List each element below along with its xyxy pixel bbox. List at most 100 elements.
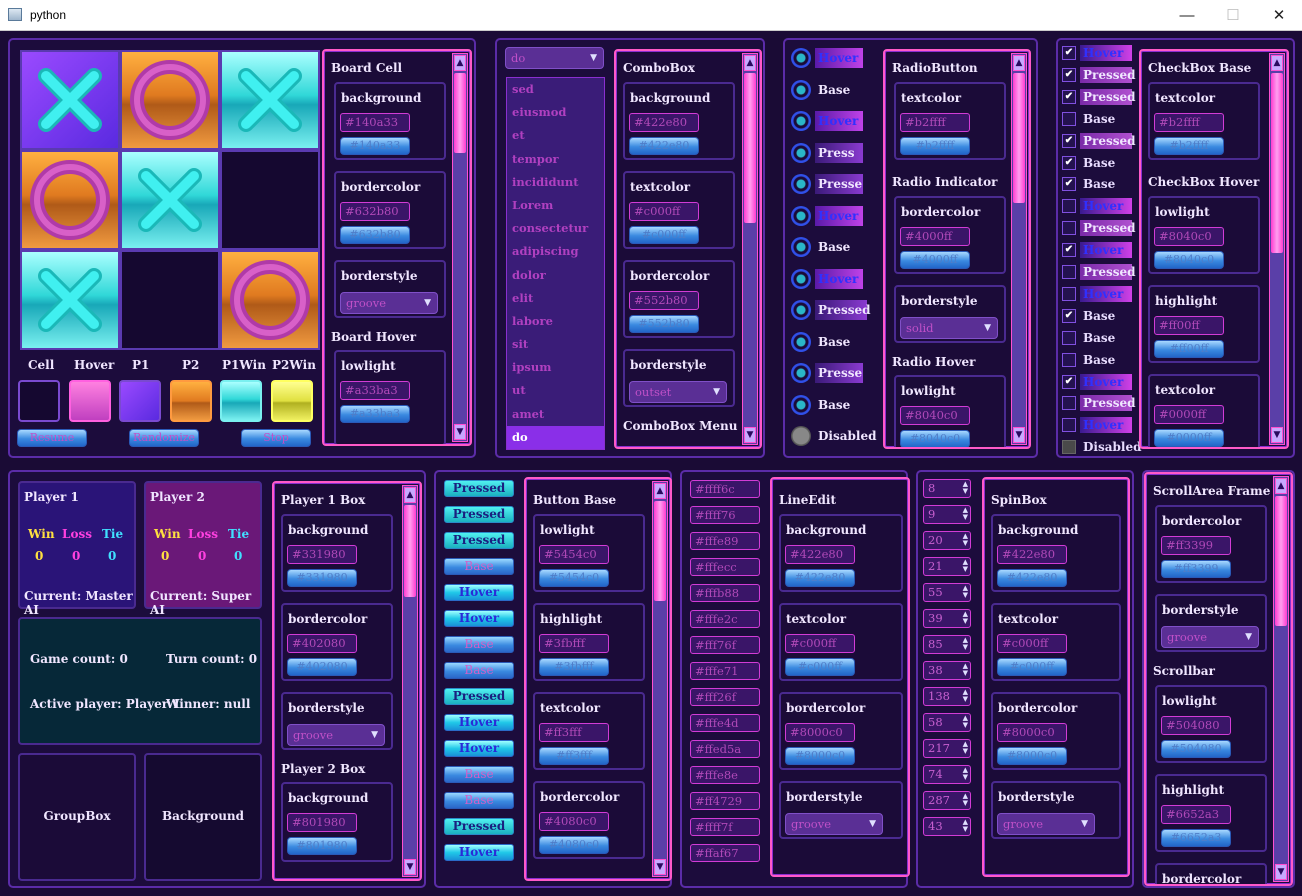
line-edit[interactable]: #ffed5a	[690, 740, 760, 758]
board-cell-empty[interactable]	[220, 150, 320, 250]
spin-arrows-icon[interactable]: ▲ ▼	[963, 767, 968, 781]
textcolor-input[interactable]: #c000ff	[997, 634, 1067, 653]
board-cell-x-hover[interactable]	[20, 50, 120, 150]
checkbox-label-base[interactable]: Base	[1080, 155, 1115, 171]
checkbox-props-scrollarea[interactable]: CheckBox Base textcolor #b2ffff #b2ffff …	[1139, 49, 1289, 449]
combobox[interactable]: do ▼	[505, 47, 604, 69]
checkbox-unchecked[interactable]	[1062, 265, 1076, 279]
background-input[interactable]: #422e80	[629, 113, 699, 132]
scroll-thumb[interactable]	[654, 501, 666, 601]
line-edit[interactable]: #fff76f	[690, 636, 760, 654]
radio-props-scrollarea[interactable]: RadioButton textcolor #b2ffff #b2ffff Ra…	[883, 49, 1031, 449]
spin-box[interactable]: 39 ▲ ▼	[923, 609, 971, 628]
line-edit[interactable]: #fffe4d	[690, 714, 760, 732]
checkbox-label-hov[interactable]: Hover	[1080, 373, 1132, 390]
scroll-up-icon[interactable]: ▲	[404, 487, 416, 503]
radio-indicator[interactable]	[791, 48, 811, 68]
combobox-props-scrollarea[interactable]: ComboBox background #422e80 #422e80 text…	[614, 49, 762, 449]
background-button[interactable]: #422e80	[629, 137, 699, 155]
background-button[interactable]: #422e80	[997, 569, 1067, 587]
bordercolor-button[interactable]: #8000c0	[785, 747, 855, 765]
textcolor-input[interactable]: #b2ffff	[1154, 113, 1224, 132]
borderstyle-select[interactable]: outset ▼	[629, 381, 727, 403]
scroll-down-icon[interactable]: ▼	[744, 427, 756, 443]
lowlight-button[interactable]: #8040c0	[900, 430, 970, 447]
checkbox-label-base[interactable]: Base	[1080, 111, 1115, 127]
lowlight-button[interactable]: #a33ba3	[340, 405, 410, 423]
borderstyle-select[interactable]: groove ▼	[997, 813, 1095, 835]
demo-button-hover[interactable]: Hover	[444, 740, 514, 757]
borderstyle-select[interactable]: groove ▼	[785, 813, 883, 835]
combo-list-item[interactable]: consectetur	[507, 217, 604, 240]
background-button[interactable]: #331980	[287, 569, 357, 587]
lowlight-input[interactable]: #5454c0	[539, 545, 609, 564]
line-edit[interactable]: #fffe71	[690, 662, 760, 680]
cell-swatch[interactable]	[18, 380, 60, 422]
checkbox-unchecked[interactable]	[1062, 199, 1076, 214]
p1win-swatch[interactable]	[220, 380, 262, 422]
radio-button-dis[interactable]: Disabled	[815, 426, 876, 446]
bordercolor-button[interactable]: #4080c0	[539, 836, 609, 854]
line-edit[interactable]: #ffff7f	[690, 818, 760, 836]
button-props-scrollarea[interactable]: Button Base lowlight #5454c0 #5454c0 hig…	[524, 477, 672, 881]
checkbox-checked[interactable]: ✔	[1062, 177, 1076, 192]
scroll-thumb[interactable]	[1275, 496, 1287, 626]
bordercolor-input[interactable]: #ff3399	[1161, 536, 1231, 555]
combo-list-item[interactable]: labore	[507, 310, 604, 333]
combo-list-item[interactable]: do	[507, 425, 604, 449]
checkbox-label-prs[interactable]: Pressed	[1080, 395, 1136, 412]
checkbox-label-dis[interactable]: Disabled	[1080, 439, 1141, 455]
scroll-down-icon[interactable]: ▼	[404, 859, 416, 875]
checkbox-label-base[interactable]: Base	[1080, 352, 1115, 368]
demo-button-pressed[interactable]: Pressed	[444, 480, 514, 497]
demo-button-hover[interactable]: Hover	[444, 844, 514, 861]
combo-list-item[interactable]: ut	[507, 379, 604, 402]
scroll-thumb[interactable]	[1013, 73, 1025, 203]
scroll-up-icon[interactable]: ▲	[1013, 55, 1025, 71]
scroll-thumb[interactable]	[404, 505, 416, 597]
spin-box[interactable]: 217 ▲ ▼	[923, 739, 971, 758]
checkbox-unchecked[interactable]	[1062, 396, 1076, 411]
demo-button-pressed[interactable]: Pressed	[444, 818, 514, 835]
highlight-button[interactable]: #ff00ff	[1154, 340, 1224, 358]
spin-arrows-icon[interactable]: ▲ ▼	[963, 585, 968, 599]
line-edit[interactable]: #fffecc	[690, 558, 760, 576]
checkbox-checked[interactable]: ✔	[1062, 155, 1076, 170]
spin-arrows-icon[interactable]: ▲ ▼	[963, 819, 968, 833]
checkbox-label-base[interactable]: Base	[1080, 176, 1115, 192]
spin-arrows-icon[interactable]: ▲ ▼	[963, 637, 968, 651]
radio-indicator[interactable]	[791, 426, 811, 446]
board-cell-x[interactable]	[120, 150, 220, 250]
scroll-down-icon[interactable]: ▼	[1275, 864, 1287, 880]
demo-button-base[interactable]: Base	[444, 558, 514, 575]
radio-indicator[interactable]	[791, 205, 811, 226]
line-edit[interactable]: #ff4729	[690, 792, 760, 810]
textcolor-button[interactable]: #b2ffff	[900, 137, 970, 155]
line-edit[interactable]: #fff26f	[690, 688, 760, 706]
line-edit[interactable]: #fffe89	[690, 532, 760, 550]
checkbox-unchecked[interactable]	[1062, 352, 1076, 367]
textcolor-button[interactable]: #ff3fff	[539, 747, 609, 765]
bordercolor-input[interactable]: #8000c0	[997, 723, 1067, 742]
vertical-scrollbar[interactable]: ▲ ▼	[402, 485, 418, 877]
spin-arrows-icon[interactable]: ▲ ▼	[963, 559, 968, 573]
bordercolor-button[interactable]: #632b80	[340, 226, 410, 244]
textcolor-input[interactable]: #ff3fff	[539, 723, 609, 742]
spin-box[interactable]: 8 ▲ ▼	[923, 479, 971, 498]
radio-button-base[interactable]: Base	[815, 332, 850, 352]
highlight-input[interactable]: #ff00ff	[1154, 316, 1224, 335]
textcolor-input[interactable]: #c000ff	[629, 202, 699, 221]
borderstyle-select[interactable]: groove ▼	[287, 724, 385, 746]
combo-list-item[interactable]: et	[507, 124, 604, 147]
background-input[interactable]: #331980	[287, 545, 357, 564]
textcolor-hover-input[interactable]: #0000ff	[1154, 405, 1224, 424]
vertical-scrollbar[interactable]: ▲ ▼	[742, 53, 758, 445]
minimize-button[interactable]: —	[1164, 0, 1210, 31]
line-edit[interactable]: #fffe8e	[690, 766, 760, 784]
bordercolor-input[interactable]: #4080c0	[539, 812, 609, 831]
board-cell-x[interactable]	[20, 250, 120, 350]
combo-list-item[interactable]: dolor	[507, 264, 604, 287]
checkbox-label-prs[interactable]: Pressed	[1080, 88, 1136, 105]
radio-indicator[interactable]	[791, 363, 811, 383]
checkbox-label-hov[interactable]: Hover	[1080, 285, 1132, 302]
